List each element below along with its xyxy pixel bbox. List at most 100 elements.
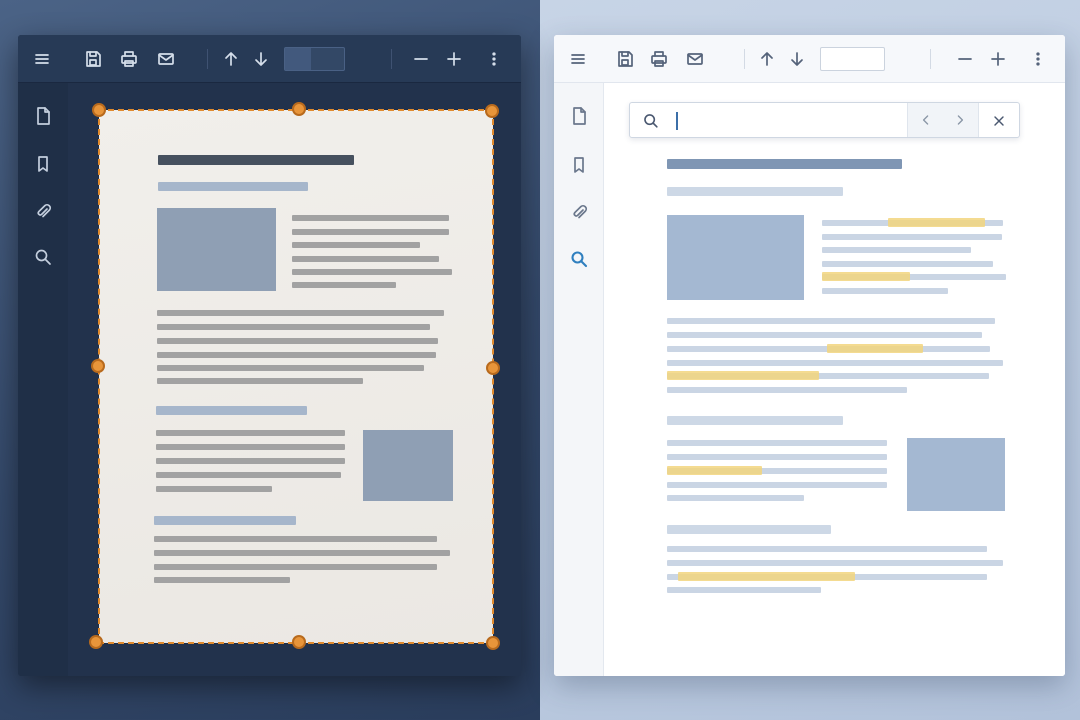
dark-sidebar — [18, 83, 68, 676]
search-highlight — [678, 572, 855, 581]
find-navigation — [907, 103, 979, 137]
find-input[interactable] — [670, 109, 900, 133]
crop-handle-left[interactable] — [91, 359, 105, 373]
save-icon — [618, 51, 633, 67]
zoom-in-button[interactable] — [986, 47, 1010, 71]
find-next-button[interactable] — [950, 110, 970, 130]
print-button[interactable] — [117, 47, 141, 71]
page-subheading — [158, 182, 308, 191]
search-highlight — [822, 272, 910, 281]
text-line — [154, 564, 437, 570]
page-image — [667, 215, 804, 300]
find-close-button[interactable] — [989, 111, 1009, 131]
more-vertical-icon — [492, 52, 496, 66]
sidebar-item-bookmarks[interactable] — [31, 152, 55, 176]
arrow-down-icon — [255, 52, 267, 66]
text-line — [154, 577, 290, 583]
text-line — [292, 269, 452, 275]
page-number-input[interactable] — [820, 47, 885, 71]
page-heading — [667, 159, 902, 169]
sidebar-item-search[interactable] — [567, 247, 591, 271]
sidebar-item-pages[interactable] — [567, 104, 591, 128]
find-bar — [629, 102, 1020, 138]
crop-handle-top-left[interactable] — [92, 103, 106, 117]
print-icon — [651, 51, 667, 67]
page-icon — [573, 107, 586, 125]
text-line — [667, 360, 1003, 366]
save-button[interactable] — [613, 47, 637, 71]
search-highlight — [667, 466, 762, 475]
arrow-up-icon — [225, 52, 237, 66]
text-line — [292, 229, 449, 235]
menu-icon — [35, 54, 49, 64]
minus-icon — [958, 58, 972, 60]
text-line — [157, 378, 363, 384]
sidebar-item-attachments[interactable] — [567, 200, 591, 224]
page-heading — [158, 155, 354, 165]
text-line — [156, 458, 345, 464]
plus-icon — [991, 52, 1005, 66]
section-heading — [667, 416, 843, 425]
crop-handle-bottom[interactable] — [292, 635, 306, 649]
save-icon — [86, 51, 101, 67]
menu-icon — [571, 54, 585, 64]
crop-handle-right[interactable] — [486, 361, 500, 375]
document-page[interactable] — [99, 110, 493, 643]
search-icon — [35, 249, 51, 265]
email-button[interactable] — [683, 47, 707, 71]
text-line — [157, 338, 438, 344]
find-prev-button[interactable] — [916, 110, 936, 130]
text-line — [667, 482, 887, 488]
page-number-input[interactable] — [284, 47, 345, 71]
text-line — [822, 261, 993, 267]
print-button[interactable] — [647, 47, 671, 71]
prev-page-button[interactable] — [219, 47, 243, 71]
menu-button[interactable] — [566, 47, 590, 71]
text-line — [667, 318, 995, 324]
prev-page-button[interactable] — [755, 47, 779, 71]
dark-toolbar — [18, 35, 521, 83]
chevron-right-icon — [957, 115, 964, 125]
arrow-up-icon — [761, 52, 773, 66]
page-image — [907, 438, 1005, 511]
text-line — [156, 472, 341, 478]
text-line — [667, 587, 821, 593]
page-image — [363, 430, 453, 501]
attachment-icon — [37, 203, 52, 218]
crop-handle-top-right[interactable] — [485, 104, 499, 118]
zoom-out-button[interactable] — [409, 47, 433, 71]
text-line — [667, 387, 907, 393]
more-options-button[interactable] — [482, 47, 506, 71]
text-line — [292, 215, 449, 221]
zoom-in-button[interactable] — [442, 47, 466, 71]
sidebar-item-pages[interactable] — [31, 104, 55, 128]
menu-button[interactable] — [30, 47, 54, 71]
text-line — [822, 234, 1002, 240]
email-button[interactable] — [154, 47, 178, 71]
text-line — [667, 495, 804, 501]
sidebar-item-bookmarks[interactable] — [567, 153, 591, 177]
crop-handle-bottom-left[interactable] — [89, 635, 103, 649]
save-button[interactable] — [81, 47, 105, 71]
close-icon — [994, 116, 1004, 126]
crop-handle-top[interactable] — [292, 102, 306, 116]
section-heading — [154, 516, 296, 525]
crop-handle-bottom-right[interactable] — [486, 636, 500, 650]
toolbar-separator — [744, 49, 745, 69]
light-document-viewer — [554, 35, 1065, 676]
sidebar-item-search[interactable] — [31, 245, 55, 269]
attachment-icon — [573, 204, 588, 219]
section-heading — [156, 406, 307, 415]
more-options-button[interactable] — [1026, 47, 1050, 71]
more-vertical-icon — [1036, 52, 1040, 66]
sidebar-item-attachments[interactable] — [31, 199, 55, 223]
text-line — [822, 288, 948, 294]
find-search-icon — [641, 111, 661, 131]
zoom-out-button[interactable] — [953, 47, 977, 71]
text-line — [667, 546, 987, 552]
plus-icon — [447, 52, 461, 66]
chevron-left-icon — [922, 115, 929, 125]
text-line — [154, 550, 450, 556]
next-page-button[interactable] — [249, 47, 273, 71]
next-page-button[interactable] — [785, 47, 809, 71]
